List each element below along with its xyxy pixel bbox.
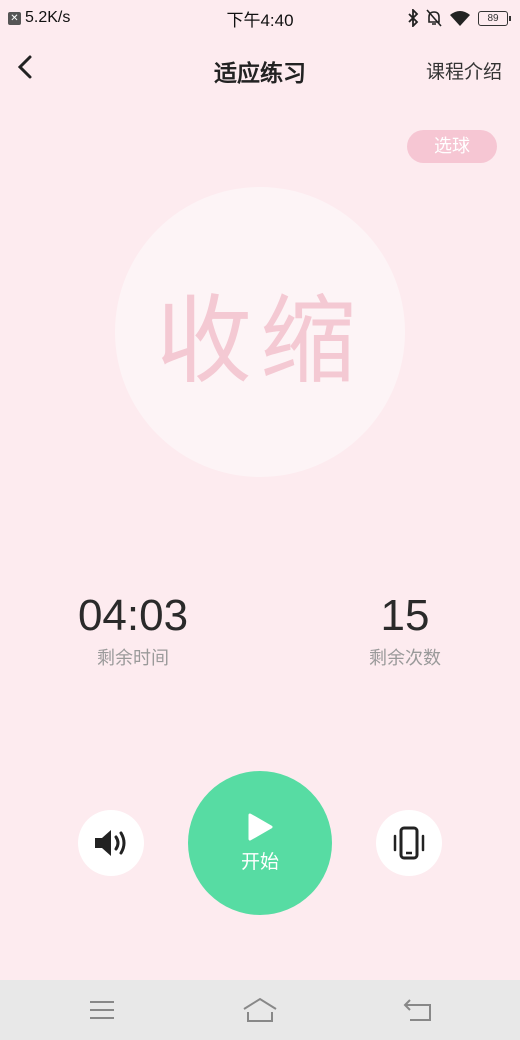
remaining-count-label: 剩余次数 bbox=[369, 648, 441, 669]
start-button[interactable]: 开始 bbox=[188, 771, 332, 915]
home-icon bbox=[243, 997, 277, 1022]
remaining-time-label: 剩余时间 bbox=[97, 648, 169, 669]
speaker-icon bbox=[95, 830, 126, 856]
play-icon bbox=[248, 813, 273, 840]
vibrate-phone-icon bbox=[393, 826, 425, 860]
bell-off-icon bbox=[426, 9, 442, 27]
start-label: 开始 bbox=[240, 850, 279, 873]
back-arrow-icon bbox=[403, 999, 431, 1021]
nav-bar: 适应练习 课程介绍 bbox=[0, 44, 520, 94]
bluetooth-icon bbox=[408, 9, 419, 27]
back-button[interactable] bbox=[10, 52, 40, 82]
status-left: ✕ 5.2K/s bbox=[8, 9, 70, 27]
pick-ball-button[interactable]: 选球 bbox=[407, 130, 497, 163]
remaining-time-stat: 04:03 剩余时间 bbox=[58, 592, 208, 670]
action-circle: 收缩 bbox=[115, 187, 405, 477]
remaining-count-value: 15 bbox=[380, 591, 430, 640]
sound-button[interactable] bbox=[78, 810, 144, 876]
home-key[interactable] bbox=[240, 995, 280, 1025]
status-right: 89 bbox=[407, 9, 511, 27]
status-bar: ✕ 5.2K/s 下午4:40 89 bbox=[0, 0, 520, 36]
wifi-icon bbox=[450, 11, 470, 26]
remaining-count-stat: 15 剩余次数 bbox=[345, 592, 465, 670]
battery-icon: 89 bbox=[478, 10, 511, 26]
notification-x-icon: ✕ bbox=[8, 11, 21, 25]
action-text: 收缩 bbox=[156, 284, 364, 397]
course-intro-link[interactable]: 课程介绍 bbox=[426, 57, 502, 84]
net-speed: 5.2K/s bbox=[25, 9, 71, 26]
vibrate-button[interactable] bbox=[376, 810, 442, 876]
menu-icon bbox=[90, 1001, 114, 1019]
remaining-time-value: 04:03 bbox=[77, 591, 189, 640]
chevron-left-icon bbox=[17, 55, 32, 79]
menu-key[interactable] bbox=[82, 995, 122, 1025]
system-nav-bar bbox=[0, 980, 520, 1040]
back-key[interactable] bbox=[398, 995, 438, 1025]
